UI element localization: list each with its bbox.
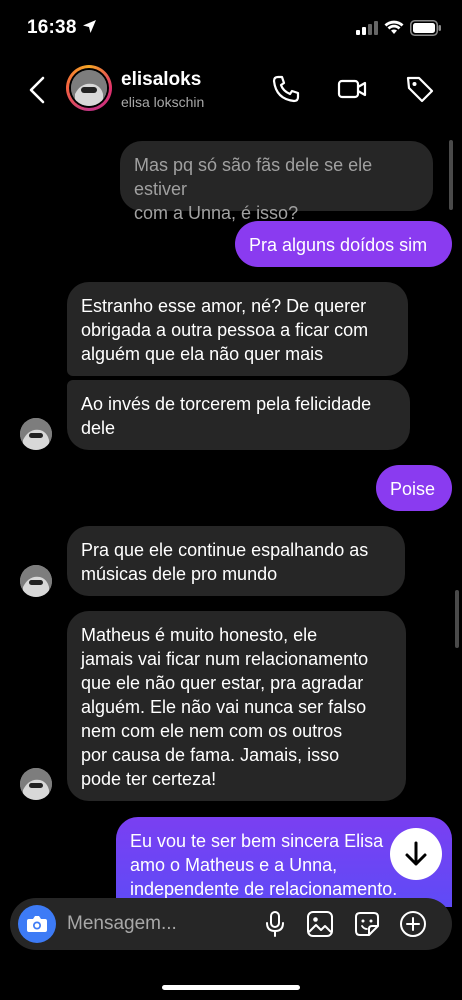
chat-full-name: elisa lokschin <box>121 94 205 110</box>
message-incoming[interactable]: Ao invés de torcerem pela felicidade del… <box>67 380 410 450</box>
camera-icon <box>27 916 47 932</box>
sender-avatar[interactable] <box>20 418 52 450</box>
location-arrow-icon <box>83 20 96 33</box>
add-circle-icon[interactable] <box>398 909 428 939</box>
sticker-icon[interactable] <box>352 909 382 939</box>
message-input[interactable]: Mensagem... <box>67 913 177 935</box>
scrollbar[interactable] <box>449 140 453 210</box>
phone-call-icon[interactable] <box>270 73 302 105</box>
status-bar: 16:38 <box>0 0 462 56</box>
profile-photo <box>71 70 107 106</box>
message-incoming[interactable]: Mas pq só são fãs dele se ele estiver co… <box>120 141 433 223</box>
scrollbar-lower[interactable] <box>455 590 459 648</box>
arrow-down-icon <box>405 841 427 866</box>
gallery-icon[interactable] <box>305 909 335 939</box>
message-outgoing[interactable]: Pra alguns doídos sim <box>235 221 452 267</box>
wifi-icon <box>384 20 404 34</box>
tag-icon[interactable] <box>404 73 436 105</box>
message-incoming[interactable]: Estranho esse amor, né? De querer obriga… <box>67 282 408 376</box>
microphone-icon[interactable] <box>260 909 290 939</box>
back-arrow-icon[interactable] <box>24 72 52 108</box>
battery-icon <box>410 20 441 36</box>
message-incoming[interactable]: Matheus é muito honesto, ele jamais vai … <box>67 611 406 801</box>
sender-avatar[interactable] <box>20 768 52 800</box>
chat-username[interactable]: elisaloks <box>121 69 201 91</box>
camera-button[interactable] <box>18 905 56 943</box>
home-indicator[interactable] <box>162 985 300 990</box>
cellular-signal-icon <box>356 21 378 35</box>
message-incoming[interactable]: Pra que ele continue espalhando as músic… <box>67 526 405 596</box>
profile-avatar[interactable] <box>66 65 112 111</box>
chat-screen: 16:38 elisaloks elisa lokschin Mas pq só… <box>0 0 462 1000</box>
sender-avatar[interactable] <box>20 565 52 597</box>
message-composer: Mensagem... <box>10 898 452 950</box>
chat-header: elisaloks elisa lokschin <box>0 56 462 124</box>
status-time: 16:38 <box>27 17 77 38</box>
message-outgoing[interactable]: Poise <box>376 465 452 511</box>
scroll-to-bottom-button[interactable] <box>390 828 442 880</box>
video-call-icon[interactable] <box>336 73 368 105</box>
